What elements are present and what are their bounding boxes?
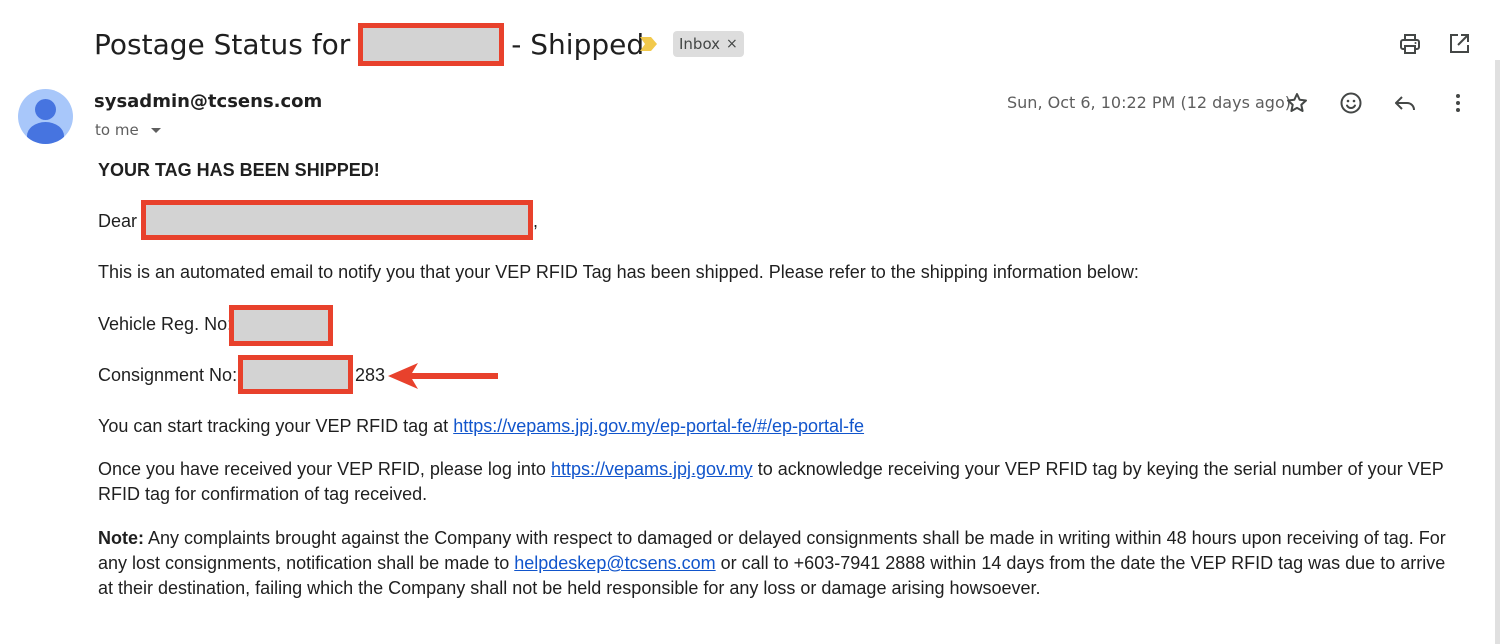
vehicle-reg-label: Vehicle Reg. No: [98, 314, 233, 334]
greeting-text: Dear [98, 211, 138, 231]
inbox-label-chip[interactable]: Inbox × [673, 31, 744, 57]
vehicle-reg-redaction [229, 305, 333, 346]
star-icon[interactable] [1285, 91, 1309, 115]
note-label: Note: [98, 528, 144, 548]
sender-avatar[interactable] [18, 89, 73, 144]
tracking-paragraph: You can start tracking your VEP RFID tag… [98, 414, 864, 439]
greeting-line: Dear [98, 209, 137, 234]
remove-label-icon[interactable]: × [726, 36, 738, 52]
email-heading: YOUR TAG HAS BEEN SHIPPED! [98, 160, 380, 180]
subject-redaction [358, 22, 505, 66]
consignment-suffix: 283 [355, 365, 386, 385]
subject-suffix: - Shipped [511, 27, 645, 61]
acknowledge-paragraph: Once you have received your VEP RFID, pl… [98, 457, 1458, 507]
email-date: Sun, Oct 6, 10:22 PM (12 days ago) [1007, 93, 1291, 112]
recipient-name-redaction [141, 200, 533, 240]
open-in-new-window-icon[interactable] [1447, 32, 1471, 56]
note-paragraph: Note: Any complaints brought against the… [98, 526, 1458, 601]
consignment-redaction [238, 355, 353, 394]
portal-link[interactable]: https://vepams.jpj.gov.my [551, 459, 753, 479]
recipient-details-toggle[interactable]: to me [95, 121, 161, 139]
helpdesk-email-link[interactable]: helpdeskep@tcsens.com [514, 553, 715, 573]
acknowledge-text-1: Once you have received your VEP RFID, pl… [98, 459, 546, 479]
intro-text: This is an automated email to notify you… [98, 262, 1139, 282]
scrollbar-track[interactable] [1495, 60, 1500, 644]
inbox-label-text: Inbox [679, 35, 721, 53]
subject-prefix: Postage Status for [94, 27, 351, 61]
reply-icon[interactable] [1393, 91, 1417, 115]
avatar-body-shape [27, 122, 64, 144]
important-marker-icon[interactable] [640, 36, 658, 52]
print-icon[interactable] [1398, 32, 1422, 56]
recipient-text: to me [95, 121, 139, 139]
tracking-text: You can start tracking your VEP RFID tag… [98, 416, 449, 436]
red-arrow-annotation [388, 363, 498, 389]
sender-email[interactable]: sysadmin@tcsens.com [94, 91, 322, 112]
greeting-comma: , [533, 211, 539, 231]
consignment-label: Consignment No: [98, 365, 238, 385]
tracking-link[interactable]: https://vepams.jpj.gov.my/ep-portal-fe/#… [453, 416, 864, 436]
email-subject: Postage Status for - Shipped [94, 22, 645, 66]
more-vertical-icon[interactable] [1446, 91, 1470, 115]
emoji-icon[interactable] [1339, 91, 1363, 115]
avatar-head-shape [35, 99, 56, 120]
chevron-down-icon [150, 127, 161, 133]
